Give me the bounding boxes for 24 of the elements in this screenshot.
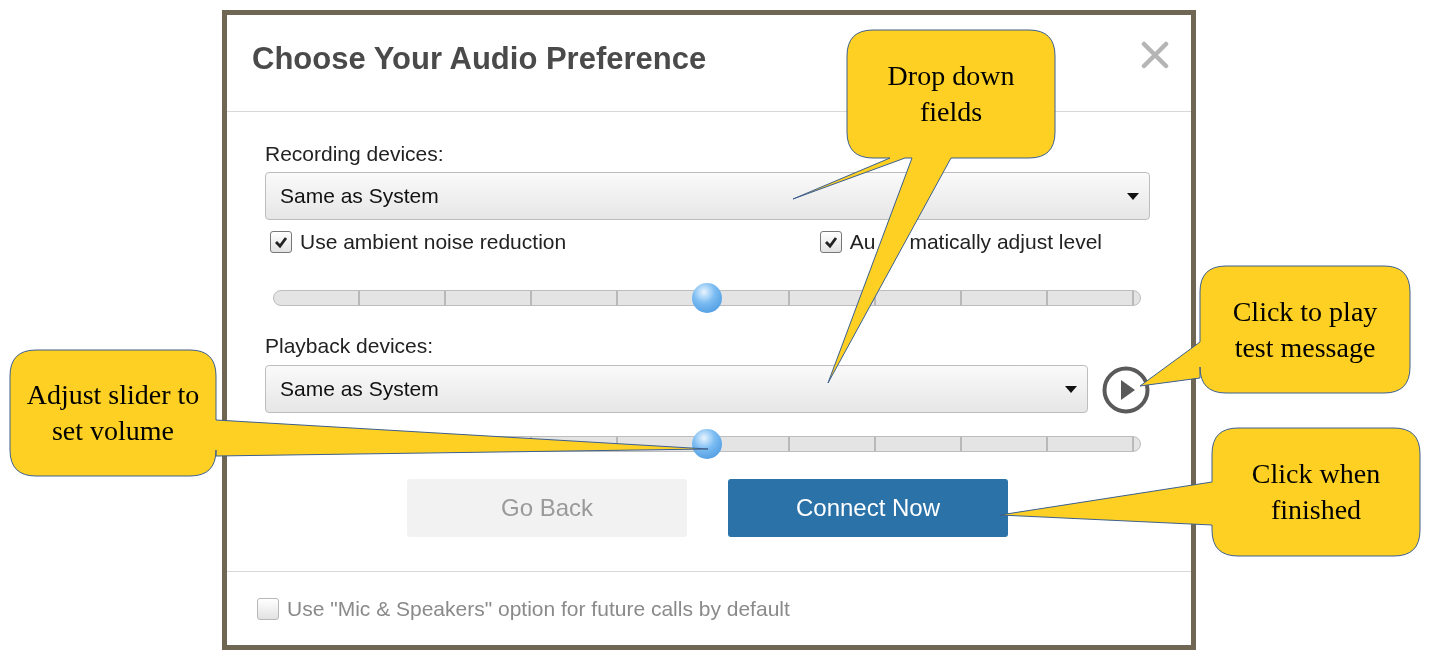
checkbox-label: Use ambient noise reduction bbox=[300, 230, 567, 254]
checkbox-label: matically adjust level bbox=[909, 230, 1102, 254]
checkbox-label: Use "Mic & Speakers" option for future calls by default bbox=[287, 596, 790, 621]
field-label: Recording devices: bbox=[265, 141, 444, 167]
checkbox[interactable] bbox=[257, 597, 279, 620]
field-label: Playback devices: bbox=[265, 333, 434, 359]
checkbox[interactable] bbox=[270, 231, 292, 253]
caret-icon bbox=[1127, 192, 1139, 200]
slider-thumb[interactable] bbox=[692, 283, 722, 313]
dialog-title: Choose Your Audio Preference bbox=[252, 41, 707, 77]
check-icon bbox=[823, 235, 838, 249]
callout-text: Drop down fields bbox=[886, 59, 1016, 129]
checkbox[interactable] bbox=[819, 231, 842, 253]
check-icon bbox=[274, 235, 288, 249]
checkbox-label: Au bbox=[849, 230, 876, 254]
playback-dropdown[interactable]: Same as System bbox=[265, 365, 1088, 413]
callout-text: Click to play test message bbox=[1231, 294, 1379, 365]
play-icon[interactable] bbox=[1102, 366, 1150, 414]
caret-icon bbox=[1065, 385, 1077, 393]
slider-thumb[interactable] bbox=[692, 429, 722, 459]
connect-button[interactable]: Connect Now bbox=[728, 479, 1008, 537]
callout-text: Adjust slider to set volume bbox=[25, 378, 201, 448]
recording-dropdown[interactable]: Same as System bbox=[265, 172, 1150, 220]
callout-text: Click when finished bbox=[1250, 457, 1382, 527]
